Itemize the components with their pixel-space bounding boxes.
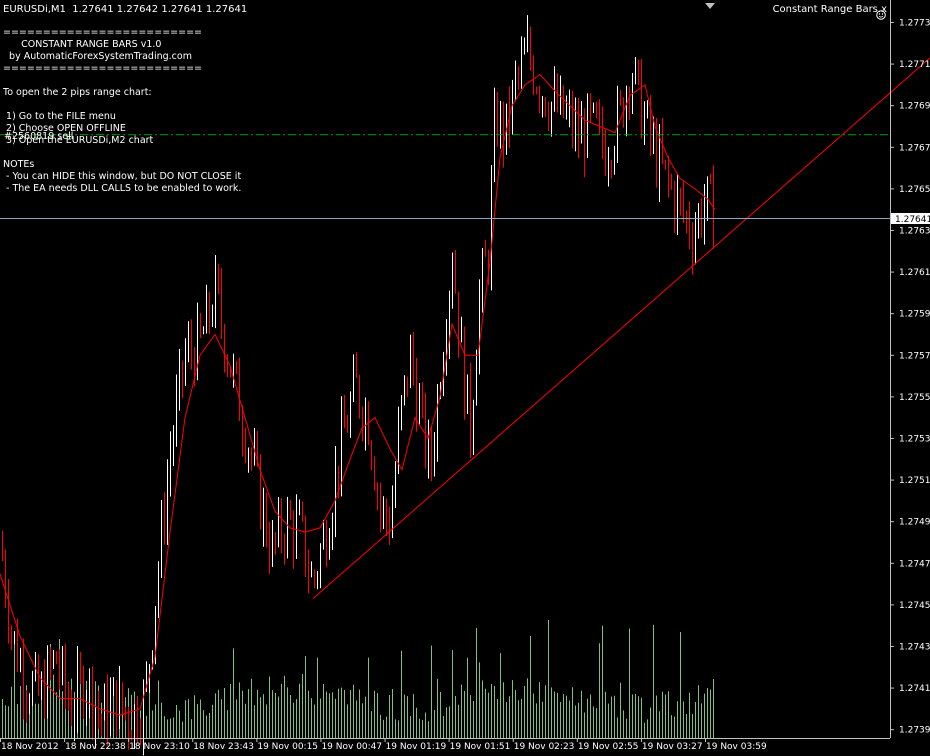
info-line: 1) Go to the FILE menu (3, 111, 116, 122)
price-tick-label: 1.27715 (899, 60, 930, 70)
symbol-header: EURUSDi,M1 1.27641 1.27642 1.27641 1.276… (3, 4, 247, 15)
order-label[interactable]: #2560819 sell (4, 131, 73, 142)
price-tick-label: 1.27515 (899, 476, 930, 486)
smiley-icon[interactable] (876, 5, 886, 20)
time-tick-label: 19 Nov 01:19 (386, 742, 447, 752)
price-tick-label: 1.27395 (899, 726, 930, 736)
current-price-marker: 1.27641 (891, 213, 930, 225)
price-tick-label: 1.27615 (899, 268, 930, 278)
price-tick-label: 1.27475 (899, 559, 930, 569)
price-tick-label: 1.27495 (899, 518, 930, 528)
time-tick-label: 19 Nov 01:51 (450, 742, 511, 752)
info-line: - You can HIDE this window, but DO NOT C… (3, 171, 242, 182)
info-line: ========================= (3, 63, 202, 74)
price-tick-label: 1.27535 (899, 434, 930, 444)
info-line (3, 75, 241, 87)
symbol-label: EURUSDi,M1 (3, 4, 66, 15)
info-line: CONSTANT RANGE BARS v1.0 (3, 39, 162, 50)
info-line: by AutomaticForexSystemTrading.com (3, 51, 192, 62)
current-price-label: 1.27641 (895, 215, 930, 225)
price-tick-label: 1.27735 (899, 18, 930, 28)
time-tick-label: 19 Nov 03:27 (642, 742, 703, 752)
time-tick-label: 19 Nov 03:59 (706, 742, 767, 752)
time-tick-label: 19 Nov 00:15 (257, 742, 318, 752)
time-tick-label: 19 Nov 00:47 (321, 742, 382, 752)
price-tick-label: 1.27455 (899, 601, 930, 611)
info-panel: ========================= CONSTANT RANGE… (3, 27, 241, 195)
time-tick-label: 19 Nov 02:23 (514, 742, 575, 752)
price-tick-label: 1.27655 (899, 185, 930, 195)
info-line (3, 99, 241, 111)
price-tick-label: 1.27595 (899, 310, 930, 320)
time-tick-label: 18 Nov 2012 (1, 742, 59, 752)
price-tick-label: 1.27415 (899, 684, 930, 694)
info-line (3, 147, 241, 159)
info-line: To open the 2 pips range chart: (3, 87, 152, 98)
time-tick-label: 18 Nov 23:43 (193, 742, 254, 752)
ohlc-values: 1.27641 1.27642 1.27641 1.27641 (72, 4, 248, 15)
info-line: - The EA needs DLL CALLS to be enabled t… (3, 183, 242, 194)
price-tick-label: 1.27555 (899, 393, 930, 403)
price-tick-label: 1.27635 (899, 226, 930, 236)
price-tick-label: 1.27695 (899, 102, 930, 112)
time-tick-label: 18 Nov 22:38 (65, 742, 126, 752)
time-tick-label: 18 Nov 23:10 (129, 742, 190, 752)
info-line: NOTEs (3, 159, 35, 170)
price-tick-label: 1.27675 (899, 143, 930, 153)
price-tick-label: 1.27435 (899, 642, 930, 652)
time-tick-label: 19 Nov 02:55 (578, 742, 639, 752)
info-line: ========================= (3, 27, 202, 38)
indicator-title[interactable]: Constant Range Bars.x (773, 4, 887, 15)
price-tick-label: 1.27575 (899, 351, 930, 361)
